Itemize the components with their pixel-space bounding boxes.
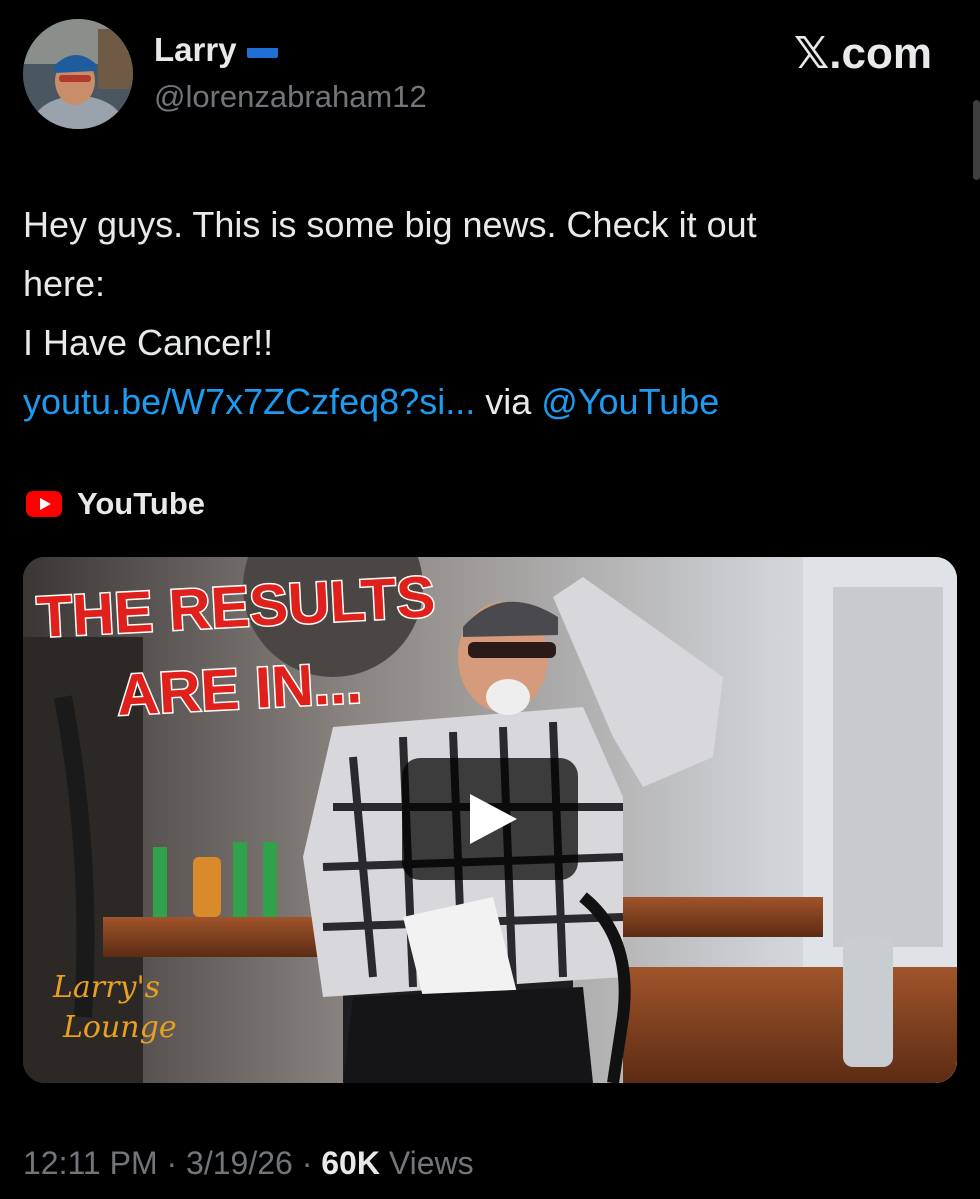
avatar-photo — [23, 19, 133, 129]
meta-separator: · — [301, 1145, 313, 1181]
video-thumbnail[interactable]: THE RESULTS ARE IN... Larry's Lounge — [23, 557, 957, 1083]
meta-separator: · — [166, 1145, 178, 1181]
thumbnail-logo-line-1: Larry's — [52, 970, 160, 1005]
tweet-line-1: Hey guys. This is some big news. Check i… — [23, 204, 757, 245]
via-text: via — [485, 381, 532, 422]
tweet-text: Hey guys. This is some big news. Check i… — [23, 195, 943, 431]
card-source-name: YouTube — [77, 486, 205, 521]
views-label: Views — [388, 1145, 474, 1181]
author-handle[interactable]: @lorenzabraham12 — [154, 79, 427, 115]
scrollbar-thumb[interactable] — [973, 100, 980, 180]
youtube-link[interactable]: youtu.be/W7x7ZCzfeq8?si... — [23, 381, 475, 422]
thumbnail-image: THE RESULTS ARE IN... Larry's Lounge — [23, 557, 957, 1083]
author-name[interactable]: Larry — [154, 31, 278, 69]
play-icon[interactable] — [402, 758, 578, 880]
tweet-date[interactable]: 3/19/26 — [186, 1145, 293, 1181]
tweet-line-2: here: — [23, 263, 106, 304]
tweet-line-4: youtu.be/W7x7ZCzfeq8?si... via @YouTube — [23, 372, 943, 431]
tweet-meta: 12:11 PM · 3/19/26 · 60K Views — [23, 1145, 474, 1182]
author-avatar[interactable] — [23, 19, 133, 129]
views-count: 60K — [321, 1145, 380, 1181]
youtube-mention[interactable]: @YouTube — [541, 381, 719, 422]
card-source[interactable]: YouTube — [25, 485, 205, 523]
x-com-brand: 𝕏.com — [793, 29, 932, 78]
tweet-line-3: I Have Cancer!! — [23, 322, 274, 363]
youtube-logo-icon — [26, 491, 62, 517]
thumbnail-logo-line-2: Lounge — [62, 1010, 177, 1045]
thumbnail-title-line-2: ARE IN... — [115, 650, 363, 728]
tweet-time[interactable]: 12:11 PM — [23, 1145, 158, 1181]
ukraine-flag-icon — [246, 38, 278, 58]
